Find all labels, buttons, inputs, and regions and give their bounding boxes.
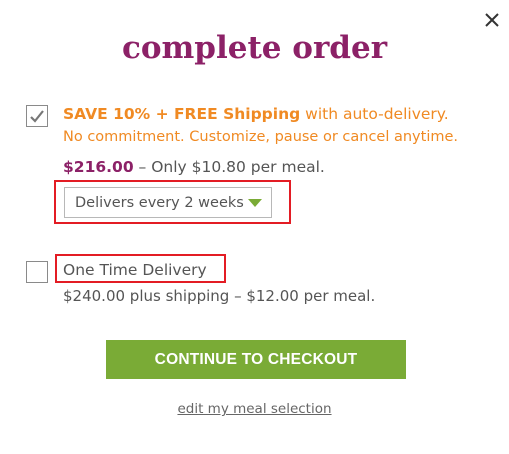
auto-delivery-price: $216.00 bbox=[63, 158, 134, 176]
checkmark-icon bbox=[30, 110, 44, 123]
auto-delivery-price-line: $216.00 – Only $10.80 per meal. bbox=[63, 155, 325, 179]
auto-delivery-offer-suffix: with auto-delivery. bbox=[300, 105, 449, 123]
modal-title: complete order bbox=[121, 30, 388, 66]
close-icon bbox=[485, 13, 499, 27]
auto-delivery-price-detail: – Only $10.80 per meal. bbox=[133, 158, 325, 176]
edit-meal-selection-link[interactable]: edit my meal selection bbox=[0, 399, 509, 419]
delivery-frequency-select[interactable]: Delivers every 2 weeks bbox=[64, 187, 272, 218]
complete-order-modal: complete order SAVE 10% + FREE Shipping … bbox=[0, 0, 509, 454]
auto-delivery-offer: SAVE 10% + FREE Shipping bbox=[63, 105, 301, 123]
one-time-delivery-description: $240.00 plus shipping – $12.00 per meal. bbox=[63, 287, 376, 305]
delivery-frequency-value: Delivers every 2 weeks bbox=[75, 195, 244, 211]
auto-delivery-checkbox[interactable] bbox=[26, 105, 48, 127]
continue-to-checkout-button[interactable]: CONTINUE TO CHECKOUT bbox=[106, 340, 406, 379]
auto-delivery-subtext: No commitment. Customize, pause or cance… bbox=[63, 129, 459, 145]
one-time-delivery-label[interactable]: One Time Delivery bbox=[63, 259, 207, 281]
auto-delivery-headline: SAVE 10% + FREE Shipping with auto-deliv… bbox=[63, 103, 449, 125]
caret-down-icon bbox=[248, 199, 262, 207]
one-time-delivery-checkbox[interactable] bbox=[26, 261, 48, 283]
